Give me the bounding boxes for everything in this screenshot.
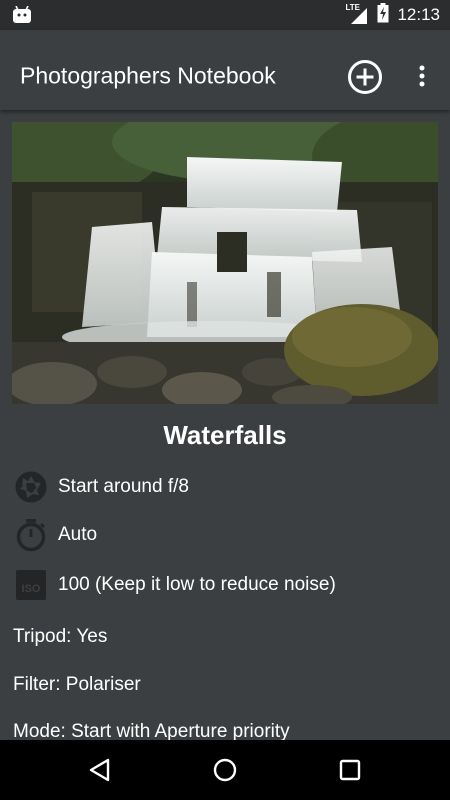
aperture-text: Start around f/8: [58, 476, 189, 497]
battery-charging-icon: [377, 2, 389, 28]
aperture-icon: [15, 471, 47, 503]
recents-button[interactable]: [336, 756, 364, 784]
overflow-menu-icon: [419, 65, 425, 87]
stopwatch-icon: [16, 519, 46, 552]
back-button[interactable]: [86, 756, 114, 784]
svg-text:ISO: ISO: [22, 583, 41, 595]
app-bar: Photographers Notebook: [0, 30, 450, 110]
iso-row: ISO 100 (Keep it low to reduce noise): [14, 568, 336, 602]
lte-signal-icon: LTE: [345, 3, 369, 25]
recents-square-icon: [339, 759, 361, 781]
android-debug-icon: [12, 5, 32, 29]
filter-text: Filter: Polariser: [13, 674, 141, 695]
tripod-text: Tripod: Yes: [13, 626, 108, 647]
iso-text: 100 (Keep it low to reduce noise): [58, 574, 336, 595]
iso-icon: ISO: [16, 570, 46, 600]
shutter-row: Auto: [14, 518, 97, 552]
status-bar: LTE 12:13: [0, 0, 450, 30]
add-circle-icon: [348, 60, 382, 94]
overflow-menu-button[interactable]: [412, 62, 432, 92]
mode-text: Mode: Start with Aperture priority: [13, 721, 290, 740]
back-triangle-icon: [89, 758, 110, 782]
note-content: Waterfalls Start around f/8 Auto ISO 100…: [0, 110, 450, 740]
home-circle-icon: [213, 758, 237, 782]
note-title: Waterfalls: [163, 420, 287, 450]
waterfall-photo: [0, 110, 450, 409]
aperture-row: Start around f/8: [14, 470, 189, 504]
app-title: Photographers Notebook: [20, 62, 276, 89]
shutter-text: Auto: [58, 524, 98, 545]
add-button[interactable]: [346, 58, 384, 96]
status-time: 12:13: [397, 5, 440, 24]
home-button[interactable]: [211, 756, 239, 784]
navigation-bar: [0, 740, 450, 800]
